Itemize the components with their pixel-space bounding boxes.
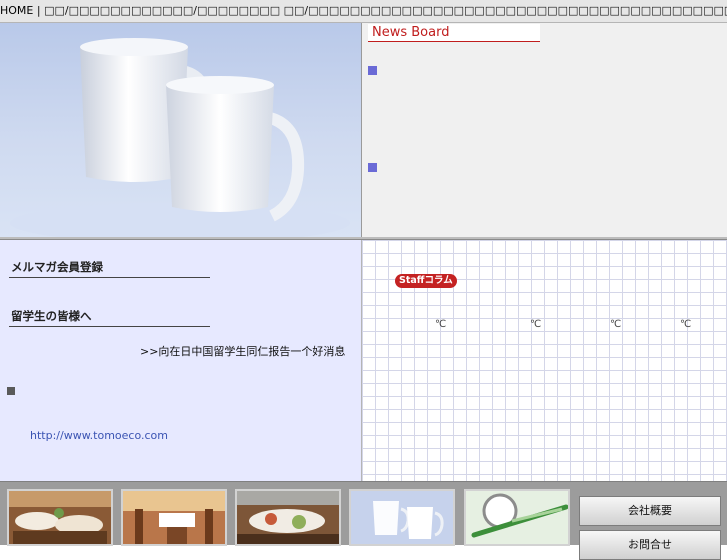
member-panel: メルマガ会員登録 留学生の皆様へ >>向在日中国留学生同仁报告一个好消息 htt… xyxy=(0,240,361,481)
company-profile-button[interactable]: 会社概要 xyxy=(579,496,721,526)
toothbrush-photo-image xyxy=(466,491,568,544)
mailmag-heading[interactable]: メルマガ会員登録 xyxy=(9,259,210,278)
mugs-illustration xyxy=(10,38,350,237)
nav-separator: | xyxy=(36,4,41,17)
footer-bar: 会社概要 お問合せ xyxy=(0,481,727,560)
toothbrush-photo-thumbnail[interactable] xyxy=(464,489,570,546)
contact-button[interactable]: お問合せ xyxy=(579,530,721,560)
news-bullet-icon xyxy=(368,66,377,75)
report-link[interactable]: >>向在日中国留学生同仁报告一个好消息 xyxy=(140,343,345,359)
restaurant-photo-1-image xyxy=(9,491,111,544)
mugs-photo-image xyxy=(351,491,453,544)
temperature-reading: ℃ xyxy=(530,319,542,330)
restaurant-photo-3-thumbnail[interactable] xyxy=(235,489,341,546)
website-link[interactable]: http://www.tomoeco.com xyxy=(30,429,168,442)
mugs-photo-thumbnail[interactable] xyxy=(349,489,455,546)
news-board: News Board xyxy=(361,23,727,237)
hero-mugs-image xyxy=(0,23,361,237)
restaurant-photo-2-image xyxy=(123,491,225,544)
restaurant-photo-3-image xyxy=(237,491,339,544)
staff-column-badge[interactable]: Staffコラム xyxy=(395,274,457,288)
news-board-title: News Board xyxy=(368,24,540,42)
temperature-reading: ℃ xyxy=(680,319,692,330)
top-navigation: HOME | □□/□□□□□□□□□□□□/□□□□□□□□ □□/□□□□□… xyxy=(0,0,727,23)
students-heading[interactable]: 留学生の皆様へ xyxy=(9,308,210,327)
news-bullet-icon xyxy=(368,163,377,172)
staff-column-panel: Staffコラム ℃ ℃ ℃ ℃ xyxy=(361,240,727,481)
home-link[interactable]: HOME xyxy=(0,4,33,17)
square-bullet-icon xyxy=(7,387,15,395)
restaurant-photo-2-thumbnail[interactable] xyxy=(121,489,227,546)
nav-links[interactable]: □□/□□□□□□□□□□□□/□□□□□□□□ □□/□□□□□□□□□□□□… xyxy=(44,4,727,17)
restaurant-photo-1-thumbnail[interactable] xyxy=(7,489,113,546)
temperature-reading: ℃ xyxy=(435,319,447,330)
temperature-reading: ℃ xyxy=(610,319,622,330)
